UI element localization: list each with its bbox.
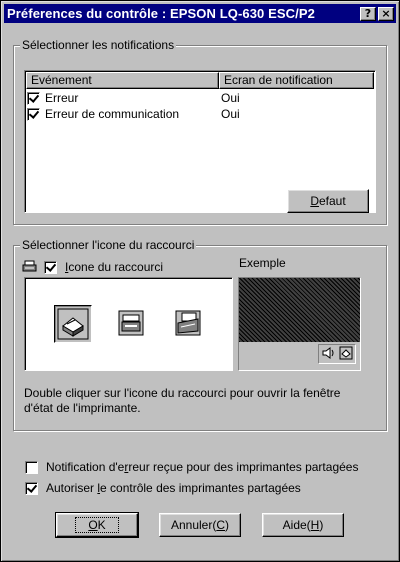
printer-choice-1-icon[interactable] xyxy=(54,305,92,343)
default-button[interactable]: Defaut xyxy=(287,189,369,213)
help-button[interactable]: Aide(H) xyxy=(262,513,344,537)
example-preview xyxy=(238,277,361,371)
example-label: Exemple xyxy=(239,256,286,270)
shortcut-checkbox-label: Icone du raccourci xyxy=(65,260,164,274)
printer-small-icon xyxy=(22,260,38,274)
list-item[interactable]: Erreur de communication Oui xyxy=(27,106,375,122)
list-header: Evénement Ecran de notification xyxy=(26,72,374,89)
shared-errors-label: Notification d'erreur reçue pour des imp… xyxy=(46,460,359,474)
ok-button[interactable]: OK xyxy=(55,512,139,538)
help-title-button[interactable]: ? xyxy=(360,6,376,21)
list-item[interactable]: Erreur Oui xyxy=(27,90,375,106)
speaker-icon xyxy=(321,346,335,363)
allow-control-checkbox[interactable] xyxy=(25,481,38,495)
event-label: Erreur xyxy=(45,91,79,105)
example-tray xyxy=(318,344,356,364)
event-checkbox-communication[interactable] xyxy=(27,107,40,121)
display-value: Oui xyxy=(221,91,240,105)
allow-control-label: Autoriser le contrôle des imprimantes pa… xyxy=(46,481,301,495)
display-value: Oui xyxy=(221,107,240,121)
event-checkbox-erreur[interactable] xyxy=(27,91,40,105)
example-desktop-pattern xyxy=(239,278,360,342)
shortcut-checkbox-row[interactable]: Icone du raccourci xyxy=(22,260,163,274)
tray-printer-icon xyxy=(339,346,353,363)
printer-choice-3-icon[interactable] xyxy=(170,305,208,343)
column-header-event[interactable]: Evénement xyxy=(26,72,219,89)
printer-choice-2-icon[interactable] xyxy=(113,305,151,343)
notifications-group-label: Sélectionner les notifications xyxy=(20,38,177,52)
shortcut-description: Double cliquer sur l'icone du raccourci … xyxy=(24,386,341,415)
option-allow-control-row[interactable]: Autoriser le contrôle des imprimantes pa… xyxy=(25,481,301,495)
title-bar[interactable]: Préferences du contrôle : EPSON LQ-630 E… xyxy=(4,4,396,23)
event-label: Erreur de communication xyxy=(45,107,180,121)
shared-errors-checkbox[interactable] xyxy=(25,460,38,474)
close-title-button[interactable]: × xyxy=(378,6,394,21)
notifications-group: Sélectionner les notifications Evénement… xyxy=(13,38,387,225)
option-shared-errors-row[interactable]: Notification d'erreur reçue pour des imp… xyxy=(25,460,358,474)
shortcut-group-label: Sélectionner l'icone du raccourci xyxy=(20,238,197,252)
icon-choices-box xyxy=(24,277,233,371)
shortcut-group: Sélectionner l'icone du raccourci Icone … xyxy=(13,238,387,431)
dialog-window: Préferences du contrôle : EPSON LQ-630 E… xyxy=(0,0,400,562)
window-title: Préferences du contrôle : EPSON LQ-630 E… xyxy=(7,6,315,21)
column-header-display[interactable]: Ecran de notification xyxy=(219,72,374,89)
cancel-button[interactable]: Annuler(C) xyxy=(159,513,241,537)
shortcut-icon-checkbox[interactable] xyxy=(44,260,57,274)
